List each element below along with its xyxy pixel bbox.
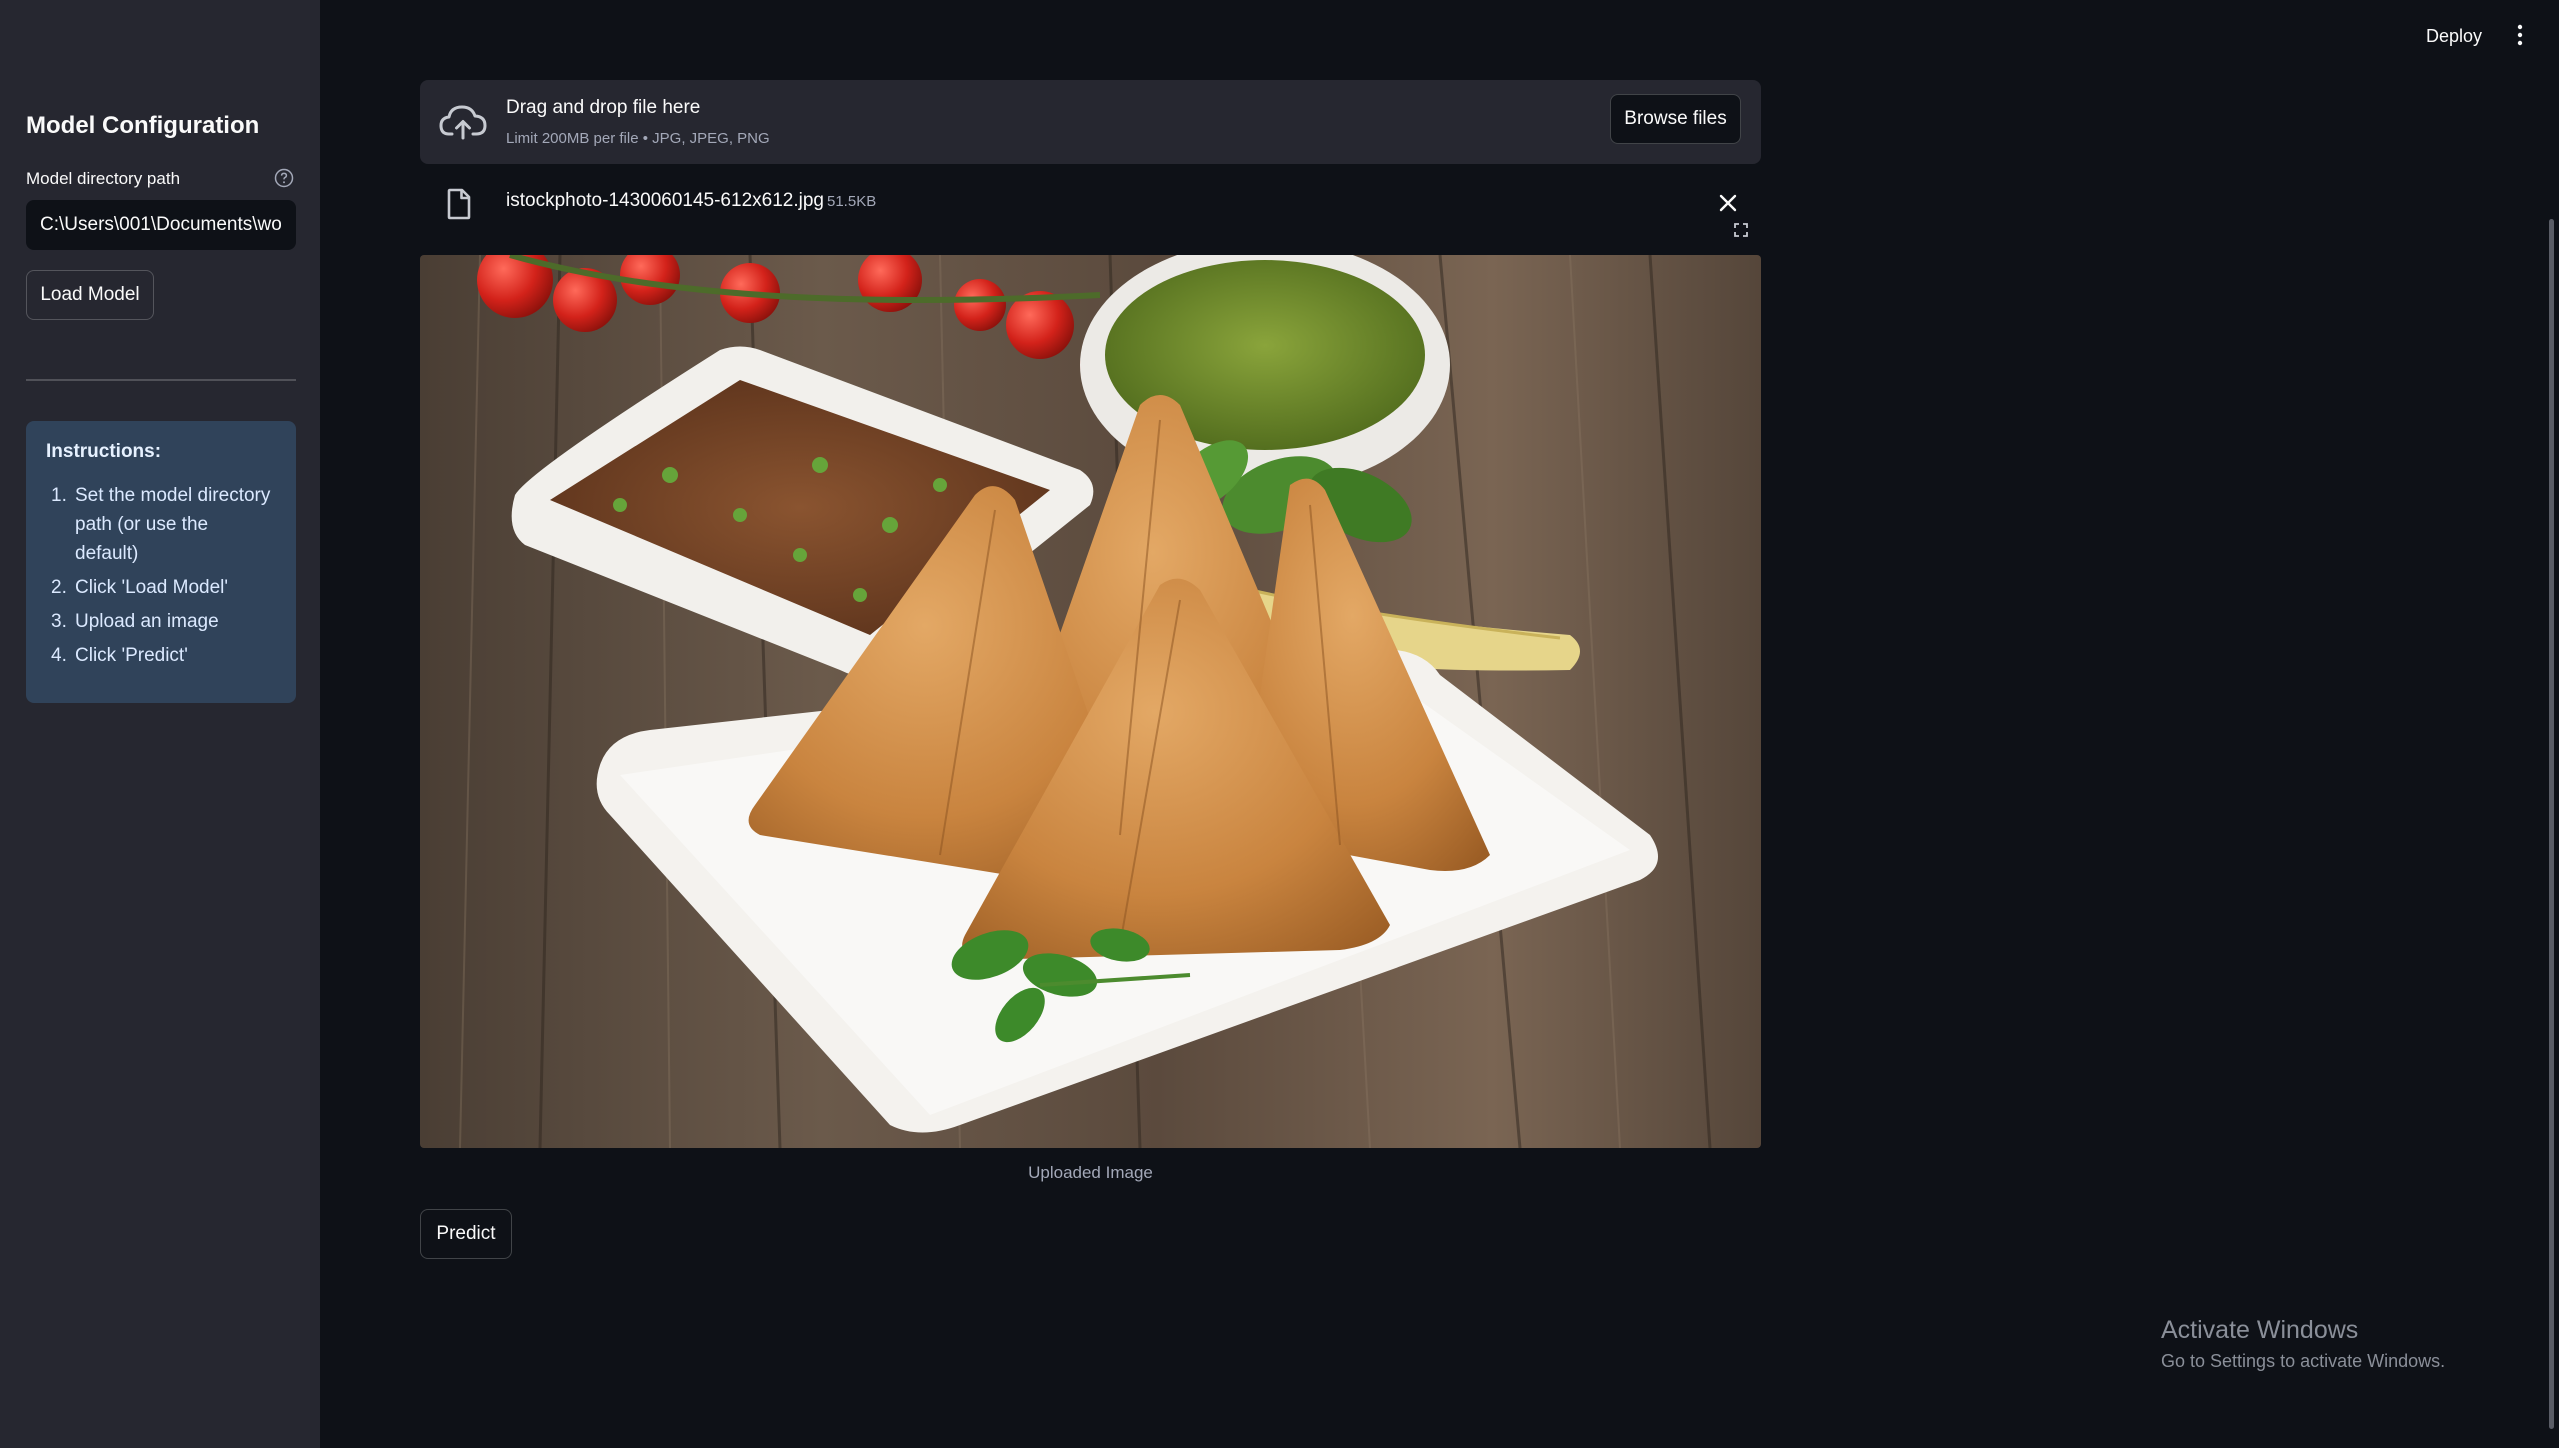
uploaded-file-row: istockphoto-1430060145-612x612.jpg 51.5K… — [420, 184, 1761, 234]
instruction-item: 1. Set the model directory path (or use t… — [51, 485, 271, 564]
help-icon[interactable] — [274, 168, 294, 188]
sidebar: Model Configuration Model directory path… — [0, 0, 320, 1448]
uploaded-image — [420, 255, 1761, 1148]
predict-button[interactable]: Predict — [420, 1209, 512, 1259]
upload-title: Drag and drop file here — [506, 97, 701, 118]
instruction-item: 4. Click 'Predict' — [51, 645, 188, 666]
close-icon[interactable] — [1717, 192, 1739, 214]
instructions-title: Instructions: — [46, 441, 162, 462]
instruction-item: 3. Upload an image — [51, 611, 219, 632]
main-scrollbar[interactable] — [2549, 219, 2554, 1429]
instructions-box: Instructions: 1. Set the model directory … — [26, 421, 296, 703]
fullscreen-icon[interactable] — [1733, 222, 1749, 238]
upload-limit-text: Limit 200MB per file • JPG, JPEG, PNG — [506, 130, 770, 147]
instructions-list: 1. Set the model directory path (or use t… — [46, 481, 276, 670]
image-caption: Uploaded Image — [1028, 1163, 1153, 1182]
instruction-item: 2. Click 'Load Model' — [51, 577, 228, 598]
kebab-menu-icon[interactable] — [2512, 22, 2528, 48]
file-icon — [447, 188, 471, 220]
sidebar-title: Model Configuration — [26, 112, 260, 139]
file-name: istockphoto-1430060145-612x612.jpg — [506, 190, 824, 211]
model-path-label: Model directory path — [26, 169, 181, 188]
activate-windows-subtitle: Go to Settings to activate Windows. — [2161, 1351, 2446, 1371]
browse-files-button[interactable]: Browse files — [1610, 94, 1741, 144]
activate-windows-title: Activate Windows — [2161, 1316, 2359, 1344]
file-uploader-dropzone[interactable]: Drag and drop file here Limit 200MB per … — [420, 80, 1761, 164]
file-size: 51.5KB — [827, 193, 877, 210]
model-path-input[interactable] — [26, 200, 296, 250]
load-model-button[interactable]: Load Model — [26, 270, 154, 320]
cloud-upload-icon — [439, 105, 487, 140]
deploy-button[interactable]: Deploy — [2426, 26, 2482, 47]
sidebar-divider — [26, 379, 296, 381]
